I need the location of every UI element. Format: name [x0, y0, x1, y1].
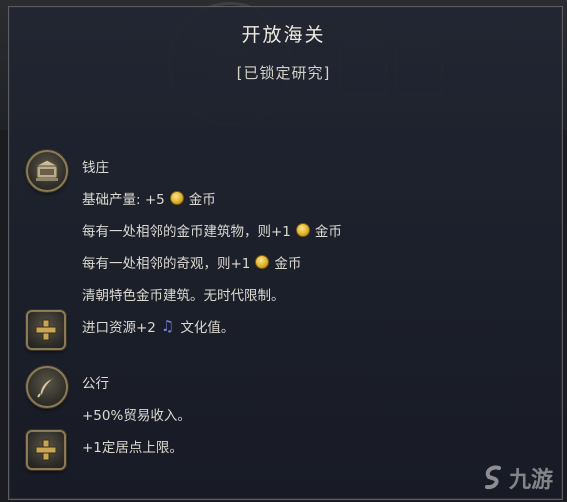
plus-icon — [26, 310, 66, 350]
unique-building-note: 清朝特色金币建筑。无时代限制。 — [82, 284, 285, 304]
adjacent-gold-building-line: 每有一处相邻的金币建筑物，则+1 金币 — [82, 220, 342, 240]
line-text: 每有一处相邻的奇观，则+1 — [82, 256, 251, 272]
line-suffix: 文化值。 — [180, 320, 235, 336]
quill-icon — [26, 366, 68, 408]
line-suffix: 金币 — [314, 224, 342, 240]
section-bank-name: 钱庄 — [82, 156, 109, 176]
gold-coin-icon — [169, 191, 184, 205]
line-text: 清朝特色金币建筑。无时代限制。 — [82, 288, 285, 304]
plus-icon — [26, 430, 66, 470]
gold-coin-icon — [255, 255, 270, 269]
line-text: +1定居点上限。 — [82, 440, 183, 456]
line-text: 公行 — [82, 376, 109, 392]
tooltip-title: 开放海关 — [241, 24, 326, 46]
line-text: +50%贸易收入。 — [82, 408, 191, 424]
gold-coin-icon — [295, 223, 310, 237]
line-suffix: 金币 — [188, 192, 216, 208]
watermark-logo-icon — [484, 465, 501, 490]
music-note-icon: ♫ — [160, 317, 175, 335]
site-watermark: 九游 — [477, 462, 553, 494]
import-resource-line: 进口资源+2 ♫ 文化值。 — [82, 316, 234, 336]
settlement-limit-line: +1定居点上限。 — [82, 436, 183, 456]
section-cohong-name: 公行 — [82, 372, 109, 392]
line-text: 每有一处相邻的金币建筑物，则+1 — [82, 224, 291, 240]
tooltip-status: [已锁定研究] — [236, 64, 331, 82]
line-text: 进口资源+2 — [82, 320, 156, 336]
bank-building-icon — [26, 150, 68, 192]
trade-income-line: +50%贸易收入。 — [82, 404, 191, 424]
line-suffix: 金币 — [274, 256, 302, 272]
adjacent-wonder-line: 每有一处相邻的奇观，则+1 金币 — [82, 252, 301, 272]
base-yield-line: 基础产量: +5 金币 — [82, 188, 216, 208]
watermark-text: 九游 — [508, 468, 553, 493]
line-text: 基础产量: +5 — [82, 192, 165, 208]
line-text: 钱庄 — [82, 160, 109, 176]
